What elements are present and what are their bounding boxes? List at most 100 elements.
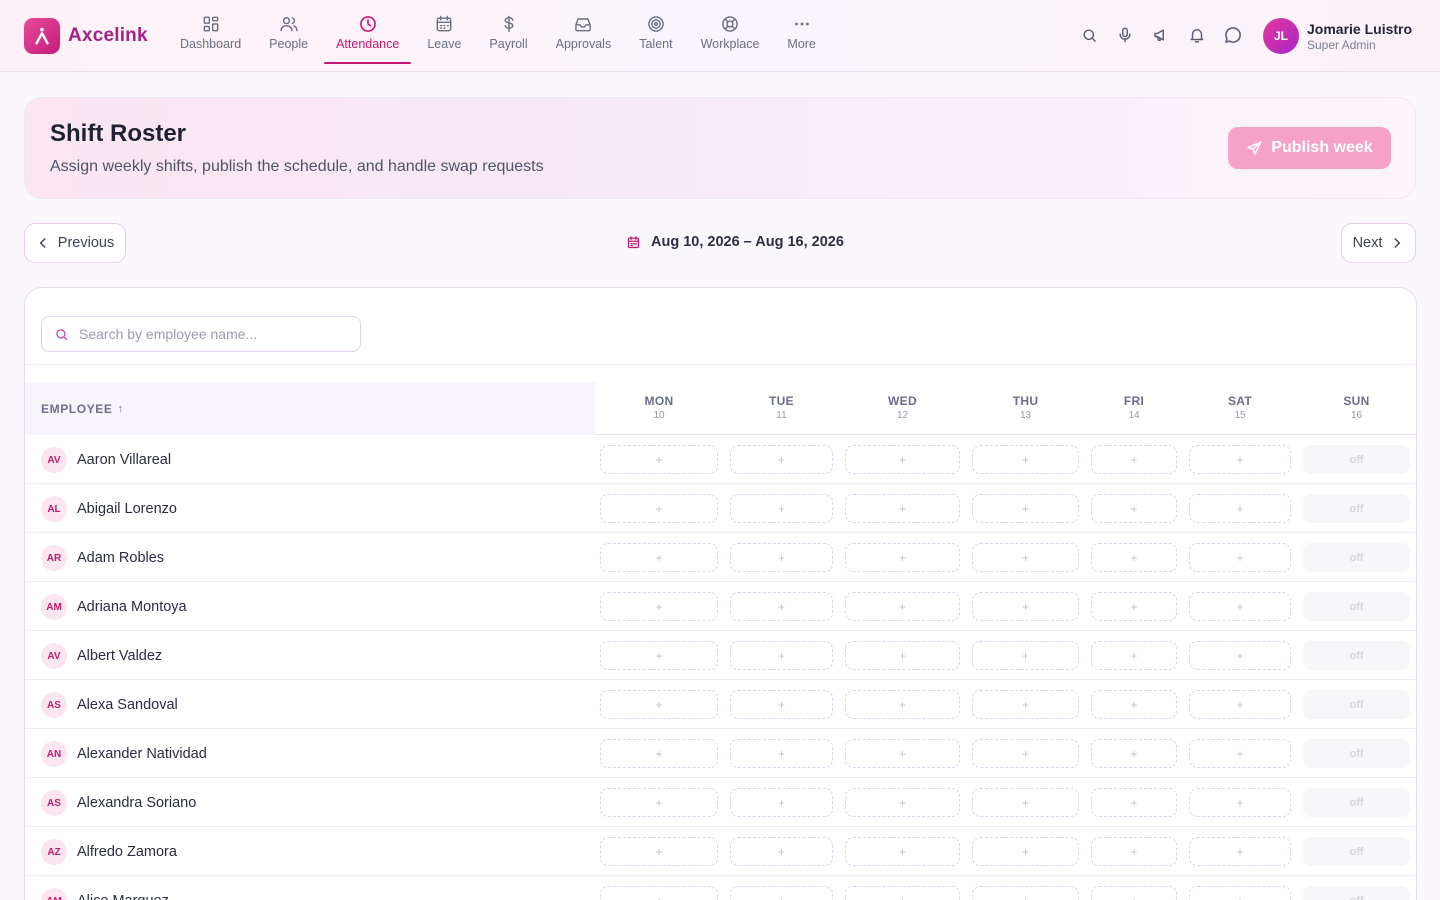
- nav-label: Workplace: [700, 36, 760, 51]
- add-shift-cell[interactable]: +: [600, 592, 718, 621]
- add-shift-cell[interactable]: +: [1091, 690, 1177, 719]
- add-shift-cell[interactable]: +: [730, 543, 833, 572]
- add-shift-cell[interactable]: +: [845, 690, 960, 719]
- search-icon[interactable]: [1078, 24, 1100, 46]
- add-shift-cell[interactable]: +: [845, 886, 960, 900]
- add-shift-cell[interactable]: +: [1189, 886, 1291, 900]
- nav-item-dashboard[interactable]: Dashboard: [168, 0, 253, 64]
- nav-item-leave[interactable]: Leave: [415, 0, 473, 64]
- day-number: 10: [653, 410, 665, 421]
- add-shift-cell[interactable]: +: [730, 690, 833, 719]
- add-shift-cell[interactable]: +: [1189, 445, 1291, 474]
- add-shift-cell[interactable]: +: [1091, 788, 1177, 817]
- add-shift-cell[interactable]: +: [1189, 739, 1291, 768]
- bell-icon[interactable]: [1186, 24, 1208, 46]
- add-shift-cell[interactable]: +: [1189, 592, 1291, 621]
- add-shift-cell[interactable]: +: [1189, 788, 1291, 817]
- add-shift-cell[interactable]: +: [845, 788, 960, 817]
- add-shift-cell[interactable]: +: [600, 445, 718, 474]
- add-shift-cell[interactable]: +: [845, 592, 960, 621]
- add-shift-cell[interactable]: +: [972, 690, 1079, 719]
- publish-week-label: Publish week: [1271, 139, 1373, 156]
- add-shift-cell[interactable]: +: [1091, 543, 1177, 572]
- nav-label: Approvals: [555, 36, 612, 51]
- add-shift-cell[interactable]: +: [600, 543, 718, 572]
- add-shift-cell[interactable]: +: [600, 690, 718, 719]
- add-shift-cell[interactable]: +: [972, 739, 1079, 768]
- brand[interactable]: Axcelink: [24, 18, 148, 54]
- nav-item-talent[interactable]: Talent: [627, 0, 684, 64]
- add-shift-cell[interactable]: +: [845, 837, 960, 866]
- nav-item-approvals[interactable]: Approvals: [544, 0, 624, 64]
- nav-item-people[interactable]: People: [257, 0, 320, 64]
- add-shift-cell[interactable]: +: [730, 592, 833, 621]
- add-shift-cell[interactable]: +: [730, 494, 833, 523]
- add-shift-cell[interactable]: +: [600, 837, 718, 866]
- add-shift-cell[interactable]: +: [845, 543, 960, 572]
- add-shift-cell[interactable]: +: [730, 886, 833, 900]
- employee-cell[interactable]: AR Adam Robles: [41, 545, 164, 571]
- add-shift-cell[interactable]: +: [1091, 837, 1177, 866]
- add-shift-cell[interactable]: +: [1091, 641, 1177, 670]
- employee-column-header[interactable]: EMPLOYEE ↑: [25, 382, 595, 435]
- add-shift-cell[interactable]: +: [972, 886, 1079, 900]
- clock-icon: [359, 15, 376, 32]
- add-shift-cell[interactable]: +: [845, 494, 960, 523]
- add-shift-cell[interactable]: +: [1091, 494, 1177, 523]
- publish-week-button[interactable]: Publish week: [1228, 127, 1391, 169]
- add-shift-cell[interactable]: +: [845, 739, 960, 768]
- employee-cell[interactable]: AV Albert Valdez: [41, 643, 162, 669]
- user-menu[interactable]: JL Jomarie Luistro Super Admin: [1263, 18, 1412, 54]
- add-shift-cell[interactable]: +: [1091, 592, 1177, 621]
- employee-cell[interactable]: AM Alice Marquez: [41, 888, 169, 900]
- employee-name: Albert Valdez: [77, 648, 163, 664]
- next-week-button[interactable]: Next: [1341, 223, 1416, 263]
- microphone-icon[interactable]: [1114, 24, 1136, 46]
- add-shift-cell[interactable]: +: [845, 445, 960, 474]
- employee-cell[interactable]: AN Alexander Natividad: [41, 741, 207, 767]
- nav-item-workplace[interactable]: Workplace: [689, 0, 772, 64]
- add-shift-cell[interactable]: +: [972, 788, 1079, 817]
- add-shift-cell[interactable]: +: [1091, 445, 1177, 474]
- add-shift-cell[interactable]: +: [972, 494, 1079, 523]
- add-shift-cell[interactable]: +: [1189, 837, 1291, 866]
- add-shift-cell[interactable]: +: [730, 739, 833, 768]
- day-header-wed: WED 12: [845, 394, 960, 421]
- employee-cell[interactable]: AV Aaron Villareal: [41, 447, 171, 473]
- search-input[interactable]: [79, 326, 339, 342]
- employee-cell[interactable]: AL Abigail Lorenzo: [41, 496, 177, 522]
- add-shift-cell[interactable]: +: [1189, 494, 1291, 523]
- nav-item-attendance[interactable]: Attendance: [324, 0, 412, 64]
- employee-cell[interactable]: AS Alexandra Soriano: [41, 790, 196, 816]
- add-shift-cell[interactable]: +: [1189, 641, 1291, 670]
- add-shift-cell[interactable]: +: [972, 445, 1079, 474]
- employee-cell[interactable]: AZ Alfredo Zamora: [41, 839, 177, 865]
- add-shift-cell[interactable]: +: [600, 641, 718, 670]
- add-shift-cell[interactable]: +: [1091, 886, 1177, 900]
- add-shift-cell[interactable]: +: [730, 837, 833, 866]
- day-off-cell: off: [1303, 445, 1410, 474]
- nav-item-more[interactable]: More: [775, 0, 827, 64]
- employee-cell[interactable]: AM Adriana Montoya: [41, 594, 187, 620]
- add-shift-cell[interactable]: +: [600, 788, 718, 817]
- add-shift-cell[interactable]: +: [845, 641, 960, 670]
- megaphone-icon[interactable]: [1150, 24, 1172, 46]
- add-shift-cell[interactable]: +: [1091, 739, 1177, 768]
- add-shift-cell[interactable]: +: [730, 788, 833, 817]
- add-shift-cell[interactable]: +: [972, 592, 1079, 621]
- add-shift-cell[interactable]: +: [600, 739, 718, 768]
- nav-item-payroll[interactable]: Payroll: [477, 0, 539, 64]
- add-shift-cell[interactable]: +: [600, 886, 718, 900]
- employee-search[interactable]: [41, 316, 361, 352]
- chat-icon[interactable]: [1222, 24, 1244, 46]
- previous-week-button[interactable]: Previous: [24, 223, 126, 263]
- add-shift-cell[interactable]: +: [600, 494, 718, 523]
- add-shift-cell[interactable]: +: [972, 543, 1079, 572]
- add-shift-cell[interactable]: +: [1189, 543, 1291, 572]
- add-shift-cell[interactable]: +: [730, 445, 833, 474]
- add-shift-cell[interactable]: +: [972, 641, 1079, 670]
- add-shift-cell[interactable]: +: [1189, 690, 1291, 719]
- add-shift-cell[interactable]: +: [730, 641, 833, 670]
- add-shift-cell[interactable]: +: [972, 837, 1079, 866]
- employee-cell[interactable]: AS Alexa Sandoval: [41, 692, 178, 718]
